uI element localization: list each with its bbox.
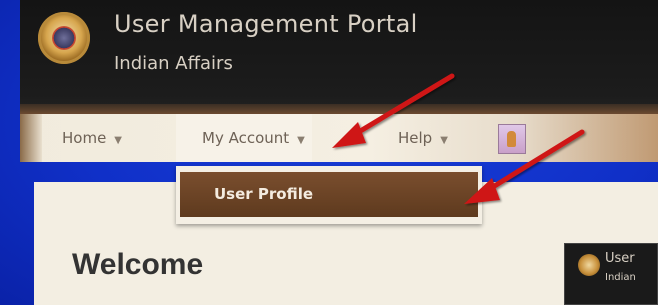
arrow-to-my-account	[332, 73, 455, 148]
arrow-to-user-profile	[464, 129, 585, 204]
annotation-arrows	[332, 73, 585, 204]
